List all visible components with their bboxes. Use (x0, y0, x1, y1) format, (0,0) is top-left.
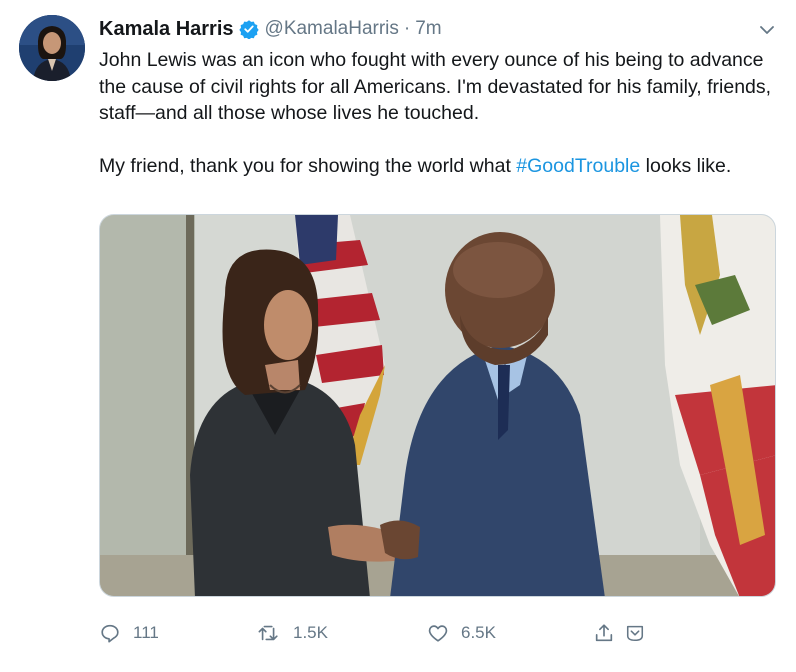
timestamp[interactable]: 7m (415, 18, 441, 40)
retweet-button[interactable]: 1.5K (257, 618, 328, 648)
share-icon (593, 622, 615, 644)
reply-button[interactable]: 111 (99, 618, 159, 648)
verified-badge-icon (238, 19, 259, 40)
like-count: 6.5K (461, 623, 496, 642)
tweet-paragraph-1: John Lewis was an icon who fought with e… (99, 49, 772, 124)
retweet-count: 1.5K (293, 623, 328, 642)
tweet-paragraph-2-lead: My friend, thank you for showing the wor… (99, 154, 517, 177)
reply-icon (99, 622, 121, 644)
tweet-paragraph-2: My friend, thank you for showing the wor… (99, 153, 779, 180)
tweet-photo[interactable] (99, 214, 776, 597)
tweet-actions: 111 1.5K 6.5K (99, 618, 759, 648)
author-handle[interactable]: @KamalaHarris (265, 18, 399, 40)
retweet-icon (257, 622, 281, 644)
tweet-header: Kamala Harris @KamalaHarris · 7m (99, 17, 442, 41)
like-button[interactable]: 6.5K (427, 618, 496, 648)
tweet-paragraph-2-tail: looks like. (640, 154, 732, 177)
author-name[interactable]: Kamala Harris (99, 18, 234, 41)
reply-count: 111 (133, 623, 159, 642)
avatar[interactable] (19, 15, 85, 81)
separator-dot: · (403, 18, 411, 39)
heart-icon (427, 622, 449, 644)
bookmark-icon (625, 623, 645, 643)
tweet-text: John Lewis was an icon who fought with e… (99, 47, 779, 179)
chevron-down-icon[interactable] (757, 20, 777, 40)
bookmark-button[interactable] (625, 618, 645, 648)
share-button[interactable] (593, 618, 615, 648)
tweet[interactable]: Kamala Harris @KamalaHarris · 7m John Le… (0, 0, 796, 672)
hashtag-link[interactable]: #GoodTrouble (516, 155, 640, 177)
